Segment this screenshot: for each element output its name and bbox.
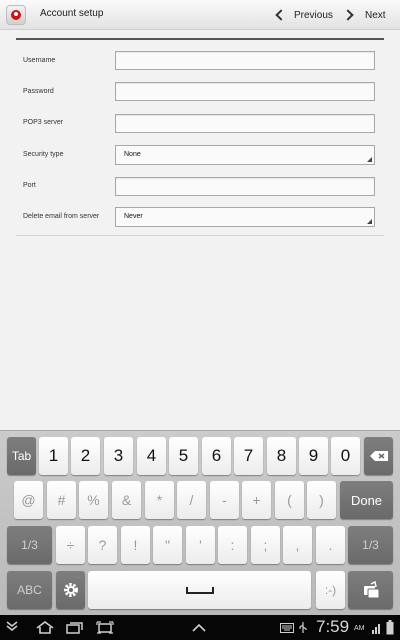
next-label: Next — [365, 9, 386, 21]
settings-gear-icon — [63, 583, 78, 597]
key-ampersand[interactable]: & — [112, 481, 141, 519]
backspace-key[interactable] — [364, 437, 393, 475]
smiley-key[interactable]: :-) — [316, 571, 345, 609]
delete-email-label: Delete email from server — [23, 213, 100, 220]
dropdown-corner-icon — [367, 219, 372, 224]
previous-button[interactable]: Previous — [274, 6, 333, 24]
on-screen-keyboard: Tab 1 2 3 4 5 6 7 8 9 0 @ # % & * / - + … — [0, 430, 400, 615]
key-percent[interactable]: % — [79, 481, 108, 519]
form-divider — [16, 235, 384, 236]
status-time: 7:59 — [316, 617, 350, 636]
key-period[interactable]: . — [316, 526, 345, 564]
app-email-icon[interactable] — [6, 5, 26, 25]
key-0[interactable]: 0 — [331, 437, 360, 475]
security-type-select[interactable]: None — [115, 145, 375, 165]
pop3-server-label: POP3 server — [23, 119, 64, 126]
backspace-icon — [369, 451, 388, 461]
key-2[interactable]: 2 — [71, 437, 100, 475]
system-bar: 7:59 AM — [0, 615, 400, 640]
key-9[interactable]: 9 — [299, 437, 328, 475]
key-hash[interactable]: # — [47, 481, 76, 519]
port-label: Port — [23, 182, 36, 189]
previous-label: Previous — [294, 9, 333, 21]
key-colon[interactable]: : — [218, 526, 247, 564]
key-page-right[interactable]: 1/3 — [348, 526, 393, 564]
username-field[interactable] — [115, 51, 375, 70]
home-icon[interactable] — [36, 621, 54, 634]
next-button[interactable]: Next — [342, 6, 386, 24]
port-field[interactable] — [115, 177, 375, 196]
key-3[interactable]: 3 — [104, 437, 133, 475]
key-1[interactable]: 1 — [39, 437, 68, 475]
username-label: Username — [23, 57, 56, 64]
recent-apps-icon[interactable] — [66, 621, 84, 634]
dropdown-corner-icon — [367, 157, 372, 162]
key-semicolon[interactable]: ; — [251, 526, 280, 564]
page-title: Account setup — [40, 8, 104, 19]
screenshot-icon[interactable] — [96, 621, 114, 634]
settings-hint-icon: … — [75, 574, 81, 580]
key-comma[interactable]: , — [283, 526, 312, 564]
key-close-paren[interactable]: ) — [307, 481, 336, 519]
password-label: Password — [23, 88, 54, 95]
key-single-quote[interactable]: ' — [186, 526, 215, 564]
form-divider — [16, 38, 384, 40]
key-6[interactable]: 6 — [202, 437, 231, 475]
usb-icon — [299, 622, 307, 633]
key-exclaim[interactable]: ! — [121, 526, 150, 564]
security-type-value: None — [124, 151, 141, 158]
clipboard-key[interactable] — [348, 571, 393, 609]
delete-email-select[interactable]: Never — [115, 207, 375, 227]
key-slash[interactable]: / — [177, 481, 206, 519]
key-minus[interactable]: - — [210, 481, 239, 519]
key-double-quote[interactable]: " — [153, 526, 182, 564]
key-8[interactable]: 8 — [267, 437, 296, 475]
space-bar-icon — [185, 587, 214, 594]
chevron-up-icon[interactable] — [192, 624, 206, 632]
key-plus[interactable]: + — [242, 481, 271, 519]
key-at[interactable]: @ — [14, 481, 43, 519]
clipboard-icon — [363, 581, 379, 599]
chevron-right-icon — [342, 9, 354, 21]
status-ampm: AM — [354, 625, 365, 632]
password-field[interactable] — [115, 82, 375, 101]
keyboard-icon — [280, 623, 294, 633]
settings-key[interactable]: … — [56, 571, 85, 609]
key-7[interactable]: 7 — [234, 437, 263, 475]
security-type-label: Security type — [23, 151, 64, 158]
done-key[interactable]: Done — [340, 481, 393, 519]
key-asterisk[interactable]: * — [145, 481, 174, 519]
pop3-server-field[interactable] — [115, 114, 375, 133]
battery-icon — [386, 620, 394, 635]
abc-key[interactable]: ABC — [7, 571, 52, 609]
key-divide[interactable]: ÷ — [56, 526, 85, 564]
key-tab[interactable]: Tab — [7, 437, 36, 475]
action-bar: Account setup Previous Next — [0, 0, 400, 30]
back-icon[interactable] — [6, 621, 24, 633]
key-page-left[interactable]: 1/3 — [7, 526, 52, 564]
key-question[interactable]: ? — [88, 526, 117, 564]
space-key[interactable] — [88, 571, 311, 609]
key-4[interactable]: 4 — [137, 437, 166, 475]
key-open-paren[interactable]: ( — [275, 481, 304, 519]
signal-icon — [372, 624, 380, 634]
key-5[interactable]: 5 — [169, 437, 198, 475]
delete-email-value: Never — [124, 213, 143, 220]
chevron-left-icon — [275, 9, 287, 21]
